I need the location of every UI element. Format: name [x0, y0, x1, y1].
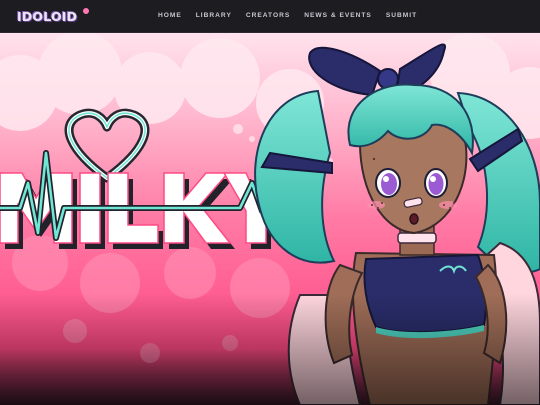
- hero-banner: [0, 33, 540, 405]
- hero-artwork: [0, 33, 540, 405]
- logo-text: IDOLOID: [17, 8, 78, 24]
- logo-heart-icon: [83, 8, 89, 14]
- nav-submit-link[interactable]: SUBMIT: [386, 12, 417, 19]
- nav-library-link[interactable]: LIBRARY: [196, 12, 232, 19]
- nav-news-events-link[interactable]: NEWS & EVENTS: [304, 12, 372, 19]
- nav-creators-link[interactable]: CREATORS: [246, 12, 290, 19]
- top-navigation-bar: IDOLOID HOME LIBRARY CREATORS NEWS & EVE…: [0, 0, 540, 33]
- site-logo[interactable]: IDOLOID: [17, 6, 89, 26]
- nav-home-link[interactable]: HOME: [158, 12, 182, 19]
- main-nav: HOME LIBRARY CREATORS NEWS & EVENTS SUBM…: [158, 0, 431, 31]
